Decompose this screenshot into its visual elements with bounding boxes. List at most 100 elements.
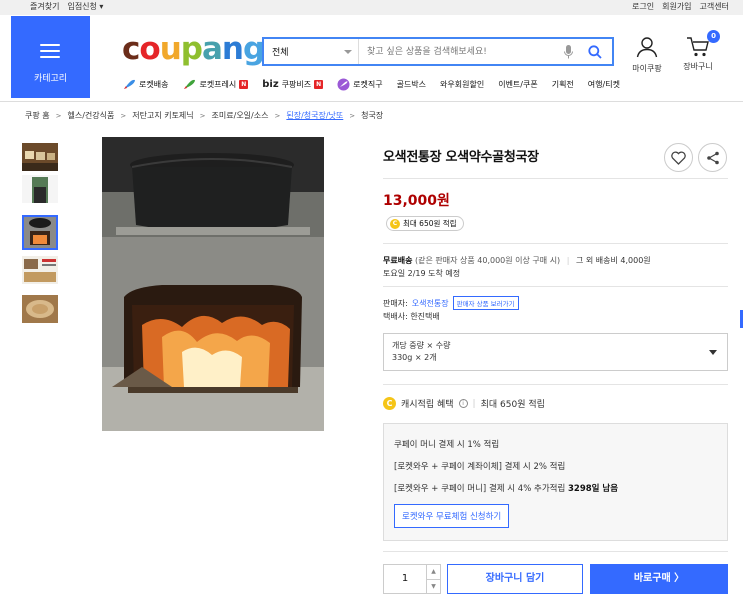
nav-item-wow-discount[interactable]: 와우회원할인 — [440, 78, 484, 91]
cart-button[interactable]: 0 장바구니 — [678, 30, 720, 72]
option-value: 330g × 2개 — [392, 353, 437, 362]
nav-label: 로켓직구 — [353, 80, 383, 89]
shipping-condition: (같은 판매자 상품 40,000원 이상 구매 시) — [415, 256, 561, 265]
option-label: 개당 중량 × 수량 — [392, 341, 451, 350]
product-thumbnail[interactable] — [22, 295, 58, 323]
share-button[interactable] — [698, 143, 727, 172]
nav-label: 로켓배송 — [139, 80, 169, 89]
logo-letter: a — [201, 31, 223, 67]
product-thumbnail[interactable] — [22, 143, 58, 171]
nav-item-events[interactable]: 이벤트/쿠폰 — [498, 78, 538, 91]
product-thumbnail[interactable] — [22, 256, 58, 284]
cash-reward: C 캐시적립 혜택 i | 최대 650원 적립 — [383, 397, 545, 410]
user-icon — [636, 37, 658, 58]
seller-entry-link[interactable]: 입점신청 ▾ — [67, 0, 103, 13]
nav-item-rocket-global[interactable]: 로켓직구 — [337, 78, 383, 91]
breadcrumb-item[interactable]: 헬스/건강식품 — [68, 110, 115, 121]
login-link[interactable]: 로그인 — [632, 0, 654, 13]
rocket-fresh-icon — [184, 79, 196, 89]
section-divider — [383, 243, 728, 244]
coin-icon: C — [390, 218, 400, 229]
breadcrumb-item[interactable]: 된장/청국장/낫또 — [286, 110, 343, 121]
new-badge: N — [314, 80, 324, 89]
section-divider — [383, 178, 728, 179]
breadcrumb-item[interactable]: 저탄고지 키토제닉 — [132, 110, 193, 121]
search-button[interactable] — [584, 41, 606, 63]
category-label: 카테고리 — [33, 74, 68, 84]
product-thumbnail[interactable] — [22, 175, 58, 203]
chevron-right-icon: > — [274, 111, 281, 120]
courier-info: 택배사: 한진택배 — [383, 312, 440, 321]
biz-prefix: biz — [262, 79, 279, 90]
section-divider — [383, 286, 728, 287]
arrival-date: 토요일 2/19 도착 예정 — [383, 269, 461, 278]
search-icon — [588, 44, 602, 59]
top-utility-bar: 즐겨찾기 입점신청 ▾ 로그인 회원가입 고객센터 — [0, 0, 743, 15]
decrease-quantity-icon[interactable]: ▼ — [427, 580, 440, 594]
nav-item-coupang-biz[interactable]: biz 쿠팡비즈 N — [262, 78, 324, 91]
quantity-stepper: 1 ▲ ▼ — [383, 564, 441, 594]
microphone-icon[interactable] — [560, 43, 576, 61]
wishlist-button[interactable] — [664, 143, 693, 172]
seller-info: 판매자: 오색전통장 판매자 상품 보러가기 — [383, 296, 519, 310]
nav-label: 와우회원할인 — [440, 80, 485, 89]
reward-badge: C 최대 650원 적립 — [386, 216, 464, 231]
menu-icon — [40, 44, 60, 62]
benefit-item: [로켓와우 + 쿠페이 계좌이체] 결제 시 2% 적립 — [394, 462, 566, 472]
increase-quantity-icon[interactable]: ▲ — [427, 565, 440, 580]
info-icon[interactable]: i — [458, 399, 468, 408]
add-to-cart-button[interactable]: 장바구니 담기 — [447, 564, 583, 594]
product-price: 13,000원 — [383, 193, 450, 209]
cart-count-badge: 0 — [707, 30, 720, 43]
logo-letter: u — [159, 31, 182, 67]
logo-letter: c — [122, 31, 140, 67]
logo-letter: n — [221, 31, 244, 67]
breadcrumb-item[interactable]: 조미료/오일/소스 — [212, 110, 269, 121]
nav-label: 쿠팡비즈 — [281, 80, 312, 89]
nav-item-travel[interactable]: 여행/티켓 — [588, 78, 620, 91]
new-badge: N — [239, 80, 249, 89]
product-main-image — [102, 137, 324, 431]
product-title: 오색전통장 오색약수골청국장 — [383, 150, 539, 165]
chevron-down-icon — [344, 49, 352, 54]
section-divider — [383, 384, 728, 385]
heart-icon — [671, 151, 686, 165]
nav-item-exhibitions[interactable]: 기획전 — [552, 78, 574, 91]
search-scope-select[interactable]: 전체 — [264, 39, 359, 64]
logo-letter: g — [242, 31, 265, 67]
category-button[interactable]: 카테고리 — [11, 16, 90, 98]
nav-label: 이벤트/쿠폰 — [498, 80, 538, 89]
shipping-info: 무료배송 (같은 판매자 상품 40,000원 이상 구매 시) | 그 외 배… — [383, 256, 651, 265]
header-divider — [0, 101, 743, 102]
buy-now-button[interactable]: 바로구매 〉 — [590, 564, 728, 594]
benefit-item: [로켓와우 + 쿠페이 머니] 결제 시 4% 추가적립 3298일 남음 — [394, 478, 717, 500]
mypage-button[interactable]: 마이쿠팡 — [628, 36, 666, 74]
option-select[interactable]: 개당 중량 × 수량 330g × 2개 — [383, 333, 728, 371]
quantity-input[interactable]: 1 — [384, 565, 426, 593]
shipping-fee: 그 외 배송비 4,000원 — [575, 256, 651, 265]
nav-item-goldbox[interactable]: 골드박스 — [397, 78, 426, 91]
free-shipping-label: 무료배송 — [383, 256, 413, 265]
nav-label: 기획전 — [551, 80, 574, 89]
benefit-text: [로켓와우 + 쿠페이 머니] 결제 시 4% 추가적립 — [394, 484, 566, 494]
cash-value: 최대 650원 적립 — [480, 400, 545, 410]
chevron-right-icon: > — [55, 111, 62, 120]
search-input[interactable] — [359, 39, 560, 64]
breadcrumb-item[interactable]: 쿠팡 홈 — [25, 110, 50, 121]
breadcrumb: 쿠팡 홈 > 헬스/건강식품 > 저탄고지 키토제닉 > 조미료/오일/소스 > 된장/… — [25, 110, 383, 121]
join-link[interactable]: 회원가입 — [662, 0, 691, 13]
bookmark-link[interactable]: 즐겨찾기 — [30, 0, 59, 13]
logo-letter: p — [180, 31, 203, 67]
wow-trial-button[interactable]: 로켓와우 무료체험 신청하기 — [394, 504, 510, 528]
search-bar: 전체 — [262, 37, 614, 66]
product-thumbnail-selected[interactable] — [22, 215, 58, 250]
seller-name-link[interactable]: 오색전통장 — [412, 298, 449, 309]
seller-products-button[interactable]: 판매자 상품 보러가기 — [452, 296, 519, 310]
customer-center-link[interactable]: 고객센터 — [700, 0, 729, 13]
nav-label: 여행/티켓 — [587, 80, 620, 89]
nav-item-rocket-delivery[interactable]: 로켓배송 — [122, 78, 168, 91]
mypage-label: 마이쿠팡 — [632, 64, 662, 73]
reward-text: 최대 650원 적립 — [403, 219, 457, 228]
nav-item-rocket-fresh[interactable]: 로켓프레시 N — [182, 78, 249, 91]
coupang-logo[interactable]: coupang — [122, 31, 265, 67]
